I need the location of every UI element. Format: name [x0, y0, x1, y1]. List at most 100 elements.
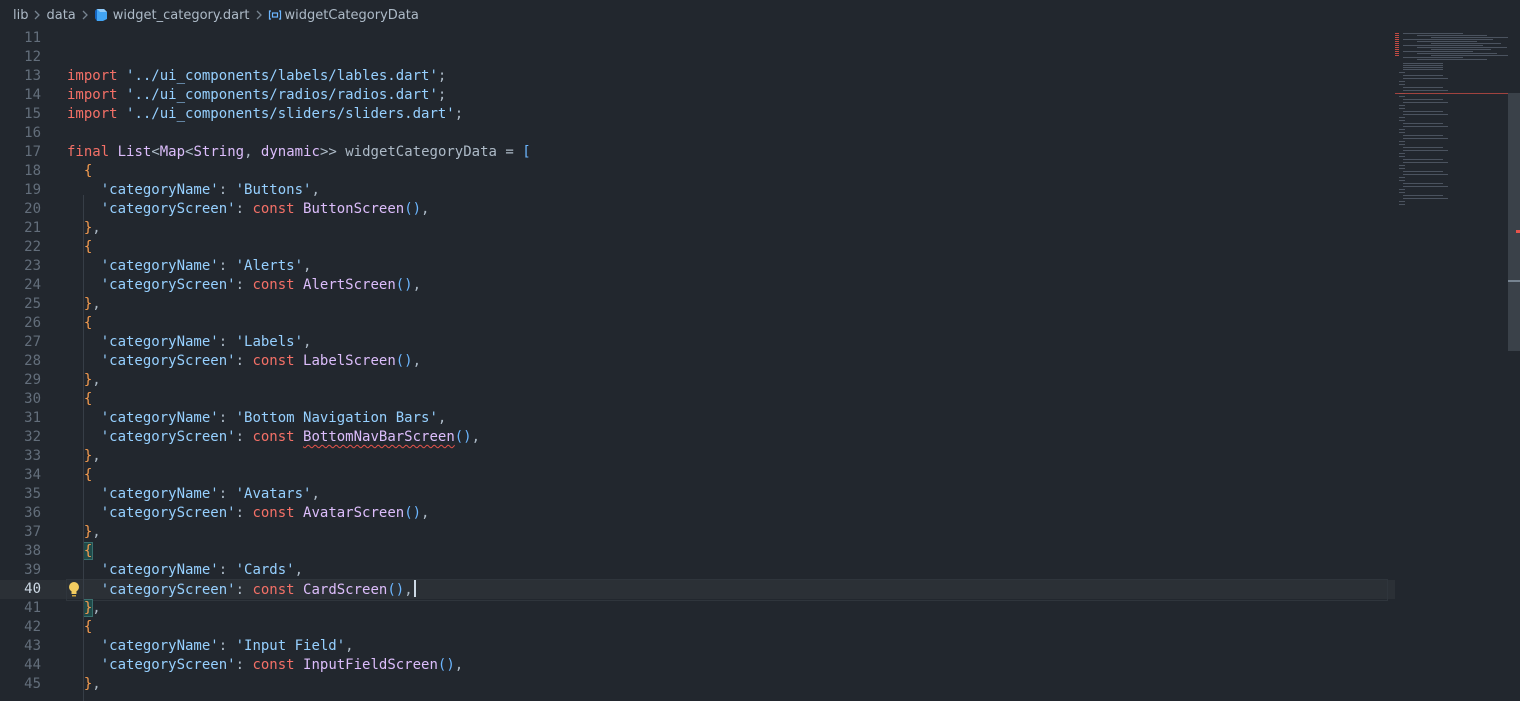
code-line[interactable]: 40 'categoryScreen': const CardScreen(), — [0, 579, 1395, 601]
minimap-line — [1399, 129, 1405, 130]
line-content[interactable]: 'categoryScreen': const AlertScreen(), — [67, 276, 1387, 295]
line-number: 35 — [24, 486, 41, 502]
line-content[interactable]: }, — [67, 523, 1387, 542]
breadcrumb-file[interactable]: widget_category.dart — [113, 8, 250, 23]
line-content[interactable]: { — [67, 542, 1387, 561]
code-line[interactable]: 22 { — [0, 238, 1395, 257]
line-content[interactable]: 'categoryName': 'Buttons', — [67, 181, 1387, 200]
code-line[interactable]: 14 import '../ui_components/radios/radios… — [0, 86, 1395, 105]
vertical-scrollbar[interactable] — [1508, 30, 1520, 701]
line-content[interactable]: 'categoryName': 'Avatars', — [67, 485, 1387, 504]
line-content[interactable]: }, — [67, 295, 1387, 314]
line-content[interactable]: 'categoryScreen': const InputFieldScreen… — [67, 656, 1387, 675]
code-token: () — [395, 277, 413, 293]
line-content[interactable]: 'categoryScreen': const BottomNavBarScre… — [67, 428, 1387, 447]
code-line[interactable]: 27 'categoryName': 'Labels', — [0, 333, 1395, 352]
minimap-line — [1399, 156, 1405, 157]
line-content[interactable]: }, — [67, 599, 1387, 618]
line-content[interactable]: 'categoryName': 'Cards', — [67, 561, 1387, 580]
line-content[interactable]: { — [67, 618, 1387, 637]
code-line[interactable]: 15 import '../ui_components/sliders/slide… — [0, 105, 1395, 124]
line-content[interactable]: }, — [67, 219, 1387, 238]
line-content[interactable]: 'categoryScreen': const CardScreen(), — [66, 579, 1388, 601]
code-line[interactable]: 23 'categoryName': 'Alerts', — [0, 257, 1395, 276]
line-content[interactable]: 'categoryName': 'Labels', — [67, 333, 1387, 352]
code-token: List — [117, 144, 152, 160]
code-token: [ — [522, 144, 531, 160]
code-line[interactable]: 42 { — [0, 618, 1395, 637]
breadcrumb-folder-lib[interactable]: lib — [13, 8, 28, 23]
code-editor[interactable]: 10import 'package:flutter_components_ui/… — [0, 30, 1520, 701]
line-content[interactable]: final List<Map<String, dynamic>> widgetC… — [67, 143, 1387, 162]
code-token: : — [235, 201, 253, 217]
code-line[interactable]: 17 final List<Map<String, dynamic>> widge… — [0, 143, 1395, 162]
line-content[interactable]: 'categoryScreen': const LabelScreen(), — [67, 352, 1387, 371]
minimap-line — [1399, 144, 1405, 145]
code-line[interactable]: 44 'categoryScreen': const InputFieldScr… — [0, 656, 1395, 675]
code-line[interactable]: 39 'categoryName': 'Cards', — [0, 561, 1395, 580]
line-content[interactable]: }, — [67, 371, 1387, 390]
code-token: : — [235, 582, 253, 598]
line-content[interactable]: 'categoryName': 'Alerts', — [67, 257, 1387, 276]
code-token: ; — [437, 87, 447, 103]
minimap-line — [1403, 123, 1443, 124]
code-line[interactable]: 41 }, — [0, 599, 1395, 618]
line-content[interactable]: }, — [67, 447, 1387, 466]
code-line[interactable]: 37 }, — [0, 523, 1395, 542]
code-line[interactable]: 38 { — [0, 542, 1395, 561]
code-lines[interactable]: 10import 'package:flutter_components_ui/… — [0, 30, 1395, 694]
code-line[interactable]: 33 }, — [0, 447, 1395, 466]
line-number: 16 — [24, 125, 41, 141]
code-token: , — [92, 448, 101, 464]
code-token: 'Cards' — [235, 562, 295, 578]
code-line[interactable]: 13 import '../ui_components/labels/lables… — [0, 67, 1395, 86]
code-token: < — [151, 144, 160, 160]
code-line[interactable]: 43 'categoryName': 'Input Field', — [0, 637, 1395, 656]
code-line[interactable]: 34 { — [0, 466, 1395, 485]
code-line[interactable]: 28 'categoryScreen': const LabelScreen()… — [0, 352, 1395, 371]
code-line[interactable]: 19 'categoryName': 'Buttons', — [0, 181, 1395, 200]
line-content[interactable]: { — [67, 238, 1387, 257]
code-line[interactable]: 32 'categoryScreen': const BottomNavBarS… — [0, 428, 1395, 447]
code-token: 'categoryName' — [100, 334, 219, 350]
code-line[interactable]: 21 }, — [0, 219, 1395, 238]
code-line[interactable]: 16 — [0, 124, 1395, 143]
code-line[interactable]: 20 'categoryScreen': const ButtonScreen(… — [0, 200, 1395, 219]
line-content[interactable]: { — [67, 466, 1387, 485]
line-content[interactable]: 'categoryName': 'Input Field', — [67, 637, 1387, 656]
code-line[interactable]: 18 { — [0, 162, 1395, 181]
code-line[interactable]: 25 }, — [0, 295, 1395, 314]
minimap-line — [1399, 168, 1405, 169]
line-content[interactable]: 'categoryName': 'Bottom Navigation Bars'… — [67, 409, 1387, 428]
code-token: : — [235, 353, 253, 369]
code-line[interactable]: 30 { — [0, 390, 1395, 409]
code-line[interactable]: 12 — [0, 48, 1395, 67]
line-content[interactable]: import '../ui_components/sliders/sliders… — [67, 105, 1387, 124]
code-line[interactable]: 11 — [0, 30, 1395, 48]
line-content[interactable]: import '../ui_components/labels/lables.d… — [67, 67, 1387, 86]
line-content[interactable]: { — [67, 162, 1387, 181]
line-content[interactable]: { — [67, 390, 1387, 409]
minimap-line — [1403, 183, 1443, 184]
code-token: ButtonScreen — [303, 201, 405, 217]
line-content[interactable]: 'categoryScreen': const ButtonScreen(), — [67, 200, 1387, 219]
minimap[interactable] — [1395, 30, 1520, 701]
line-content[interactable]: import '../ui_components/radios/radios.d… — [67, 86, 1387, 105]
line-content[interactable]: 'categoryScreen': const AvatarScreen(), — [67, 504, 1387, 523]
code-line[interactable]: 31 'categoryName': 'Bottom Navigation Ba… — [0, 409, 1395, 428]
code-line[interactable]: 35 'categoryName': 'Avatars', — [0, 485, 1395, 504]
breadcrumb-folder-data[interactable]: data — [46, 8, 75, 23]
code-line[interactable]: 45 }, — [0, 675, 1395, 694]
line-content[interactable]: }, — [67, 675, 1387, 694]
line-content[interactable]: { — [67, 314, 1387, 333]
scrollbar-thumb[interactable] — [1508, 93, 1520, 351]
code-line[interactable]: 36 'categoryScreen': const AvatarScreen(… — [0, 504, 1395, 523]
code-token: 'categoryScreen' — [100, 505, 236, 521]
code-line[interactable]: 29 }, — [0, 371, 1395, 390]
code-line[interactable]: 26 { — [0, 314, 1395, 333]
code-line[interactable]: 24 'categoryScreen': const AlertScreen()… — [0, 276, 1395, 295]
breadcrumb-symbol[interactable]: widgetCategoryData — [285, 8, 419, 23]
